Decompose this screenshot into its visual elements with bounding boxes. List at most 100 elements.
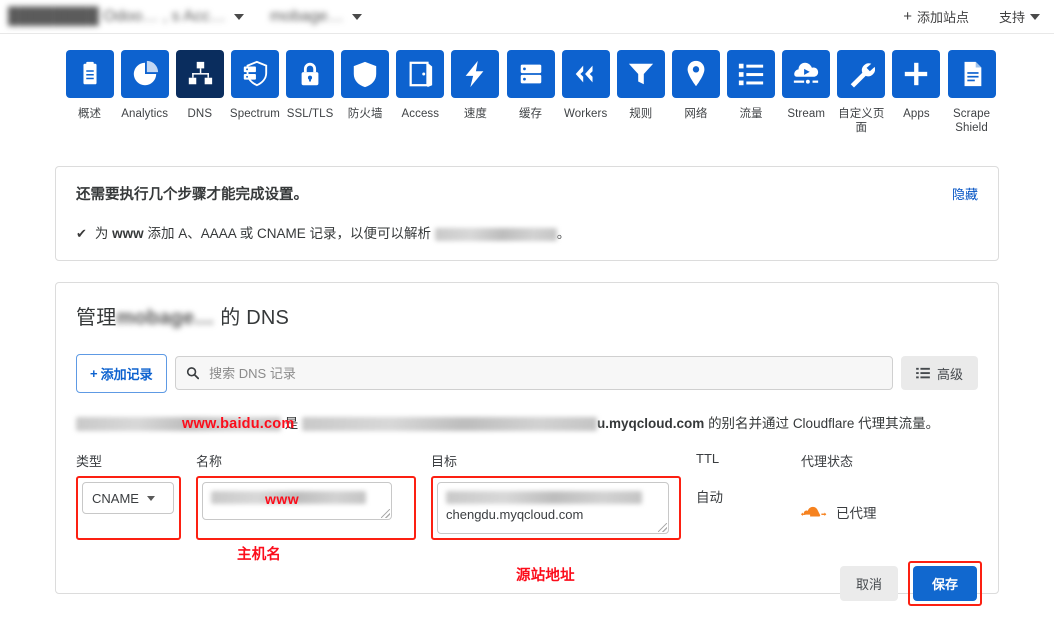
plus-icon	[892, 50, 941, 98]
dns-management-card: 管理mobage… 的 DNS + 添加记录 搜索 DNS 记录 高级 是 u.…	[55, 281, 999, 606]
setup-step-text: 为 www 添加 A、AAAA 或 CNAME 记录，以便可以解析 ██████…	[95, 222, 570, 242]
nav-item-ssl-tls[interactable]: SSL/TLS	[283, 50, 338, 136]
nav-item-label: 规则	[629, 108, 653, 120]
check-icon: ✔	[76, 225, 87, 241]
nav-item-规则[interactable]: 规则	[613, 50, 668, 136]
highlight-box-name: ████████████ www	[196, 476, 416, 541]
proxy-status-label: 已代理	[836, 506, 877, 522]
form-actions: 取消 保存	[839, 561, 982, 606]
account-selector[interactable]: ████████ Odoo… , s Acc…	[8, 8, 244, 26]
label-name: 名称	[196, 454, 223, 470]
chevron-down-icon	[1030, 13, 1040, 20]
nav-item-缓存[interactable]: 缓存	[503, 50, 558, 136]
desc-redacted-mid: ███████████████████████████	[302, 417, 598, 432]
support-label: 支持	[998, 10, 1025, 25]
search-dns-records[interactable]	[174, 356, 893, 391]
nav-item-防火墙[interactable]: 防火墙	[338, 50, 393, 136]
step-prefix: 为	[94, 225, 109, 241]
nav-item-流量[interactable]: 流量	[724, 50, 779, 136]
funnel-icon	[616, 50, 665, 98]
zone-selector[interactable]: mobage…	[270, 8, 362, 26]
nav-item-速度[interactable]: 速度	[448, 50, 503, 136]
nav-item-scrape-shield[interactable]: Scrape Shield	[944, 50, 999, 136]
annotation-hostname: 主机名	[237, 547, 282, 563]
wrench-icon	[837, 50, 886, 98]
document-icon	[947, 50, 996, 98]
add-site-button[interactable]: + 添加站点	[903, 7, 969, 26]
nav-item-label: SSL/TLS	[286, 108, 334, 120]
nav-item-workers[interactable]: Workers	[558, 50, 613, 136]
highlight-box-save: 保存	[907, 561, 982, 606]
nav-item-label: 概述	[77, 108, 102, 120]
door-icon	[396, 50, 445, 98]
cloudflare-cloud-icon	[801, 507, 827, 517]
top-bar: ████████ Odoo… , s Acc… mobage… + 添加站点 支…	[0, 0, 1054, 34]
advanced-button[interactable]: 高级	[900, 356, 978, 391]
record-target-line2: chengdu.myqcloud.com	[446, 507, 584, 523]
search-input[interactable]	[207, 364, 882, 382]
annotation-www: www	[265, 491, 300, 508]
nav-item-access[interactable]: Access	[393, 50, 448, 136]
code-brackets-icon	[561, 50, 610, 98]
zone-name-redacted: mobage…	[269, 7, 344, 25]
nav-item-label: 速度	[463, 108, 488, 120]
spectrum-icon	[230, 50, 279, 98]
section-nav: 概述 Analytics DNS Spectrum SSL/TLS 防火墙 Access 速度…	[0, 34, 1054, 136]
record-name-input[interactable]: ████████████ www	[202, 482, 392, 521]
step-suffix: 。	[556, 225, 571, 241]
pie-chart-icon	[120, 50, 169, 98]
map-pin-icon	[671, 50, 720, 98]
save-button[interactable]: 保存	[912, 566, 977, 601]
nav-item-label: 流量	[739, 108, 763, 120]
advanced-label: 高级	[936, 366, 963, 382]
nav-item-stream[interactable]: Stream	[779, 50, 834, 136]
nav-item-概述[interactable]: 概述	[62, 50, 117, 136]
clipboard-icon	[65, 50, 114, 98]
search-icon	[186, 367, 199, 380]
label-proxy: 代理状态	[801, 454, 854, 470]
nav-item-label: Workers	[564, 108, 608, 120]
nav-item-spectrum[interactable]: Spectrum	[227, 50, 282, 136]
record-description: ██████████████████ 是 ███████████████████…	[76, 415, 978, 433]
setup-notice-title: 还需要执行几个步骤才能完成设置。	[76, 186, 308, 203]
nav-item-apps[interactable]: Apps	[889, 50, 944, 136]
add-site-label: 添加站点	[916, 10, 969, 25]
record-type-select[interactable]: CNAME	[82, 482, 174, 515]
desc-tail: 的别名并通过 Cloudflare 代理其流量。	[708, 415, 940, 431]
cloudflare-dns-page: ████████ Odoo… , s Acc… mobage… + 添加站点 支…	[0, 0, 1054, 628]
video-cloud-icon	[782, 50, 831, 98]
proxy-status-toggle[interactable]: 已代理	[801, 476, 978, 540]
add-record-button[interactable]: + 添加记录	[76, 353, 167, 393]
add-record-label: 添加记录	[100, 366, 153, 382]
step-middle: 添加 A、AAAA 或 CNAME 记录，以便可以解析	[147, 225, 431, 241]
page-title: 管理mobage… 的 DNS	[76, 301, 978, 330]
bolt-icon	[451, 50, 500, 98]
cancel-button[interactable]: 取消	[839, 566, 898, 601]
nav-item-label: Analytics	[121, 108, 169, 120]
list-icon	[916, 368, 930, 379]
step-bold-www: www	[112, 225, 144, 241]
label-ttl: TTL	[696, 451, 720, 467]
lock-icon	[286, 50, 335, 98]
record-target-line1-redacted: ██████████████████	[446, 491, 642, 505]
step-domain-redacted: ████████████	[434, 227, 557, 241]
dns-record-form: 类型 名称 目标 TTL 代理状态 CNAME ████████████ www	[76, 451, 978, 541]
nav-item-自定义页面[interactable]: 自定义页面	[834, 50, 889, 136]
account-name-redacted: ████████ Odoo… , s Acc…	[8, 7, 226, 25]
ttl-value[interactable]: 自动	[696, 476, 786, 540]
nav-item-dns[interactable]: DNS	[172, 50, 227, 136]
hide-notice-link[interactable]: 隐藏	[952, 184, 978, 203]
record-target-input[interactable]: ██████████████████ chengdu.myqcloud.com	[437, 482, 669, 535]
chevron-down-icon	[351, 13, 362, 20]
resize-grip[interactable]	[658, 523, 667, 533]
support-menu[interactable]: 支持	[999, 7, 1040, 26]
nav-item-网络[interactable]: 网络	[668, 50, 723, 136]
page-title-prefix: 管理	[76, 306, 117, 329]
nav-item-analytics[interactable]: Analytics	[117, 50, 172, 136]
setup-notice-card: 还需要执行几个步骤才能完成设置。 隐藏 ✔ 为 www 添加 A、AAAA 或 …	[55, 165, 999, 261]
resize-grip[interactable]	[381, 509, 390, 519]
highlight-box-type: CNAME	[76, 476, 181, 541]
chevron-down-icon	[233, 13, 244, 20]
page-title-zone-redacted: mobage…	[116, 306, 215, 329]
database-icon	[506, 50, 555, 98]
